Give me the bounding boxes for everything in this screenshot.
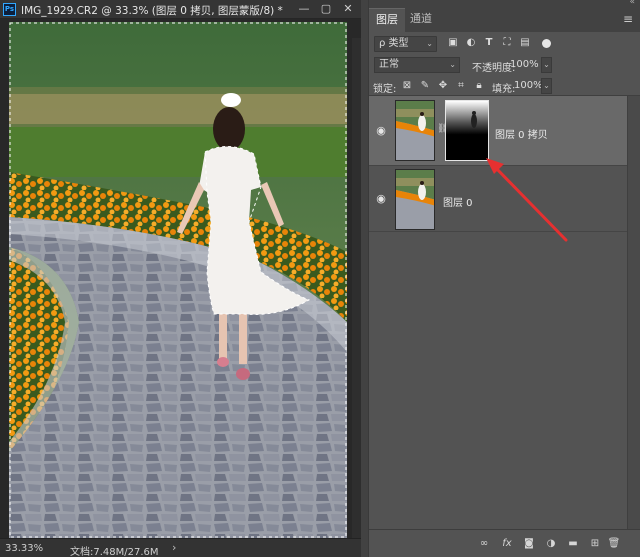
image-filter-icon[interactable]: ▣ [447,37,459,49]
close-button[interactable]: ✕ [341,2,355,16]
status-menu-arrow-icon[interactable]: › [172,541,176,554]
lock-label: 锁定: [373,84,397,95]
opacity-dropdown-icon[interactable]: ⌄ [541,57,552,73]
fill-dropdown-icon[interactable]: ⌄ [541,78,552,94]
visibility-eye-icon[interactable]: ◉ [375,193,387,204]
lock-position-icon[interactable]: ✥ [437,80,449,92]
layer-mask-thumbnail[interactable] [445,100,489,161]
fill-label: 填充: [492,84,516,95]
panel-dock-header: « [369,0,640,8]
chevron-down-icon: ⌄ [449,60,456,69]
layers-panel: « 图层 通道 ≡ ρ 类型 ⌄ ▣ ◐ T ⛶ ▤ 正常 ⌄ 不透明度: 10… [368,0,640,557]
add-mask-icon[interactable]: ◙ [522,537,536,551]
lock-all-icon[interactable]: 🔒︎ [473,80,485,92]
document-window: Ps IMG_1929.CR2 @ 33.3% (图层 0 拷贝, 图层蒙版/8… [0,0,361,557]
mask-link-icon[interactable]: ⛓ [437,123,448,135]
blend-mode-select[interactable]: 正常 ⌄ [374,57,460,73]
new-layer-icon[interactable]: ⊞ [588,537,602,551]
panel-splitter[interactable] [361,0,368,557]
collapse-panel-icon[interactable]: « [629,0,634,7]
fill-field[interactable]: 100% [514,78,543,94]
minimize-button[interactable]: — [297,2,311,16]
type-filter-icon[interactable]: T [483,37,495,49]
link-layers-icon[interactable]: ∞ [477,537,491,551]
tab-channels[interactable]: 通道 [403,8,439,32]
lock-artboard-icon[interactable]: ⌗ [455,80,467,92]
zoom-level[interactable]: 33.33% [5,543,43,554]
layer-name[interactable]: 图层 0 [443,194,473,209]
adjustment-layer-icon[interactable]: ◑ [544,537,558,551]
adjustment-filter-icon[interactable]: ◐ [465,37,477,49]
filter-toggle-icon[interactable] [542,39,551,48]
filter-kind-label: ρ 类型 [379,38,409,49]
document-scrollbar[interactable] [352,38,361,538]
layer-row[interactable]: ◉ 图层 0 [369,166,627,232]
delete-layer-icon[interactable]: 🗑︎ [607,537,621,551]
opacity-label: 不透明度: [472,63,516,74]
lock-row: 锁定: ⊠ ✎ ✥ ⌗ 🔒︎ 填充: 100% ⌄ [369,76,640,96]
smartobject-filter-icon[interactable]: ▤ [519,37,531,49]
panel-tab-bar: 图层 通道 ≡ [369,8,640,32]
document-tab[interactable]: Ps IMG_1929.CR2 @ 33.3% (图层 0 拷贝, 图层蒙版/8… [0,0,361,19]
canvas-area[interactable] [0,19,361,538]
chevron-down-icon: ⌄ [426,39,433,48]
shape-filter-icon[interactable]: ⛶ [501,37,513,49]
document-size-info: 文档:7.48M/27.6M [70,547,159,557]
layer-thumbnail[interactable] [395,100,435,161]
photoshop-window: Ps IMG_1929.CR2 @ 33.3% (图层 0 拷贝, 图层蒙版/8… [0,0,640,557]
layer-name[interactable]: 图层 0 拷贝 [495,126,548,141]
layer-row-selected[interactable]: ◉ ⛓ 图层 0 拷贝 [369,96,627,166]
document-status-bar: 33.33% 文档:7.48M/27.6M › [0,538,361,557]
visibility-eye-icon[interactable]: ◉ [375,125,387,136]
layer-thumbnail[interactable] [395,169,435,230]
panel-menu-icon[interactable]: ≡ [623,13,633,25]
photoshop-logo-icon: Ps [3,3,16,16]
lock-pixels-icon[interactable]: ✎ [419,80,431,92]
fx-icon[interactable]: fx [500,537,514,551]
lock-transparency-icon[interactable]: ⊠ [401,80,413,92]
filter-kind-select[interactable]: ρ 类型 ⌄ [374,36,437,52]
tab-layers[interactable]: 图层 [369,8,405,32]
blend-mode-value: 正常 [379,59,399,70]
blend-row: 正常 ⌄ 不透明度: 100% ⌄ [369,56,640,76]
opacity-field[interactable]: 100% [510,57,540,73]
layers-bottom-toolbar: ∞ fx ◙ ◑ ▬ ⊞ 🗑︎ [369,529,640,557]
new-group-icon[interactable]: ▬ [566,537,580,551]
document-title: IMG_1929.CR2 @ 33.3% (图层 0 拷贝, 图层蒙版/8) * [21,5,283,17]
photo-canvas[interactable] [9,22,347,538]
restore-button[interactable]: ▢ [319,2,333,16]
layer-filter-row: ρ 类型 ⌄ ▣ ◐ T ⛶ ▤ [369,32,640,56]
layers-list: ◉ ⛓ 图层 0 拷贝 ◉ 图层 0 [369,96,640,529]
layers-scrollbar[interactable] [627,96,640,529]
girl-on-path-photo [9,22,347,538]
